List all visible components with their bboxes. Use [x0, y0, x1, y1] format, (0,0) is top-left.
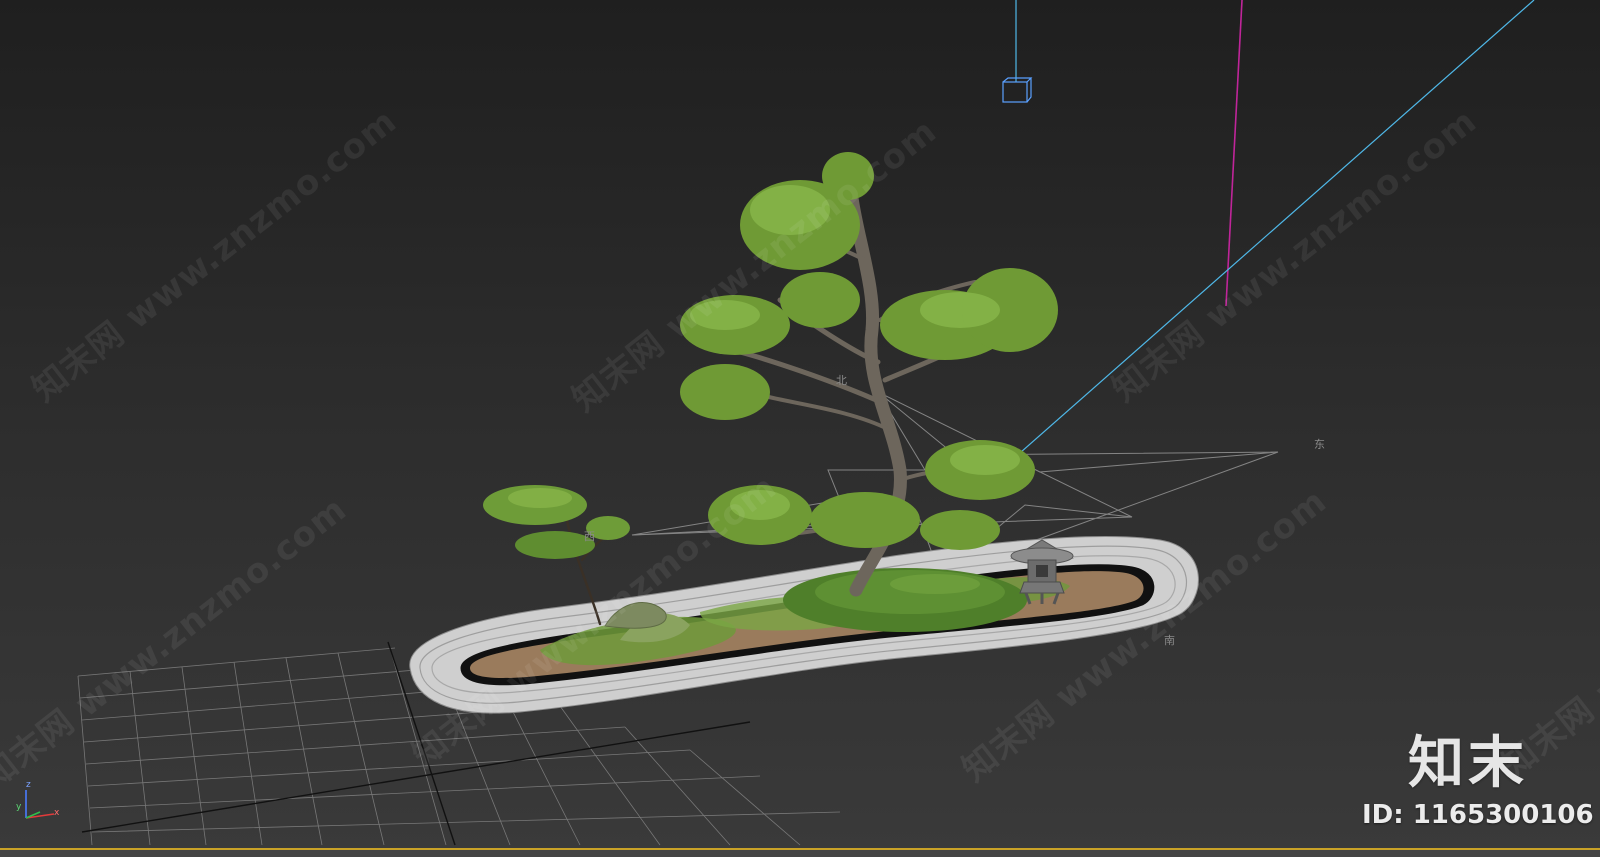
viewport-bottom-border	[0, 848, 1600, 857]
3d-viewport[interactable]: 北 东 南 西 知末网 www.znzmo.com 知末网 www.znzmo.…	[0, 0, 1600, 857]
viewport-scene[interactable]	[0, 0, 1600, 857]
sun-ray-line[interactable]	[1011, 0, 1535, 461]
axis-gizmo-icon	[25, 790, 55, 819]
axis-x-label: x	[54, 808, 60, 818]
asset-id-label: ID: 1165300106	[1362, 800, 1594, 830]
axis-gizmo: z x y	[14, 780, 64, 826]
axis-z-label: z	[26, 780, 31, 790]
compass-north-label: 北	[836, 374, 847, 387]
compass-west-label: 西	[584, 530, 595, 543]
axis-y-label: y	[16, 802, 22, 812]
compass-east-label: 东	[1314, 438, 1325, 451]
light-gizmo-box[interactable]	[1002, 77, 1033, 103]
brand-logo: 知末	[1408, 731, 1528, 796]
